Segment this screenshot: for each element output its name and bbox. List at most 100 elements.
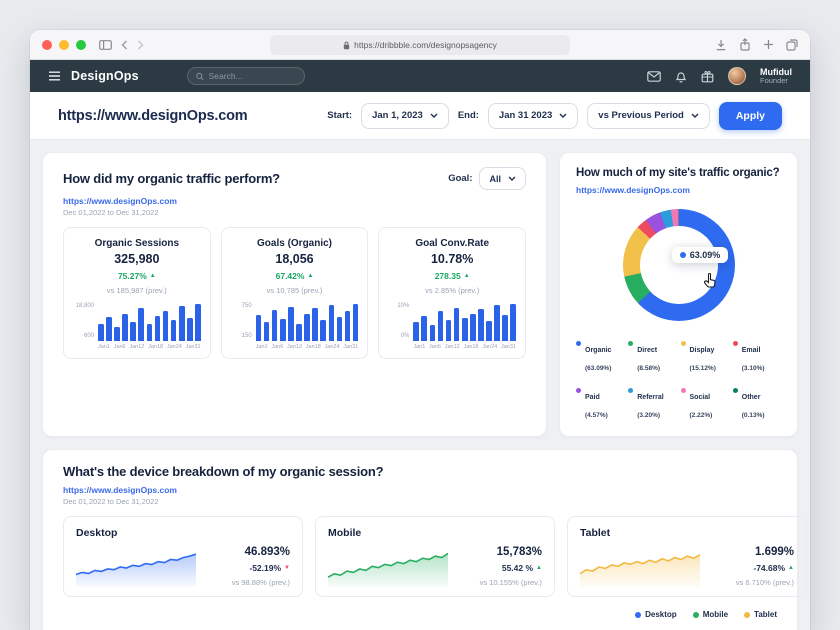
minimize-button[interactable] xyxy=(59,40,69,50)
gift-icon[interactable] xyxy=(701,70,714,83)
legend-name: Email xyxy=(742,347,761,354)
site-url-heading: https://www.designOps.com xyxy=(58,108,247,124)
device-vs-prev: vs 6.710% (prev.) xyxy=(710,578,794,587)
legend-label: Mobile xyxy=(703,610,728,619)
donut-card-url[interactable]: https://www.designOps.com xyxy=(576,185,781,195)
organic-card-url[interactable]: https://www.designOps.com xyxy=(63,196,526,206)
bar xyxy=(486,321,492,341)
bar xyxy=(312,308,318,341)
close-button[interactable] xyxy=(42,40,52,50)
brand-logo[interactable]: DesignOps xyxy=(71,69,139,83)
compare-period-select[interactable]: vs Previous Period xyxy=(587,103,710,129)
end-date-select[interactable]: Jan 31 2023 xyxy=(488,103,578,129)
x-tick: Jan24 xyxy=(325,344,340,350)
legend-dot xyxy=(576,388,581,393)
date-controls: Start: Jan 1, 2023 End: Jan 31 2023 vs P… xyxy=(327,102,782,130)
legend-item-other[interactable]: Other (0.13%) xyxy=(733,386,781,422)
metric-card-goal-conv-rate[interactable]: Goal Conv.Rate 10.78% 278.35 ▲ vs 2.85% … xyxy=(378,227,526,359)
address-bar[interactable]: https://dribbble.com/designopsagency xyxy=(270,35,570,55)
mail-icon[interactable] xyxy=(647,71,661,82)
trend-arrow-icon: ▼ xyxy=(284,565,290,571)
bar xyxy=(470,314,476,341)
header-search[interactable] xyxy=(187,67,305,85)
donut-tooltip: 63.09% xyxy=(672,247,729,263)
legend-item-social[interactable]: Social (2.22%) xyxy=(681,386,729,422)
legend-name: Organic xyxy=(585,347,611,354)
desktop-sparkline xyxy=(76,545,196,587)
y-axis-bottom-label: 600 xyxy=(84,333,94,339)
goal-label: Goal: xyxy=(448,173,472,184)
window-controls xyxy=(42,40,86,50)
organic-card-title: How did my organic traffic perform? xyxy=(63,171,280,186)
trend-arrow-icon: ▲ xyxy=(150,273,156,279)
menu-icon[interactable] xyxy=(48,71,61,81)
device-vs-prev: vs 98.88% (prev.) xyxy=(206,578,290,587)
legend-pct: (63.09%) xyxy=(585,365,611,372)
sidebar-toggle-icon[interactable] xyxy=(99,40,112,50)
legend-pct: (3.20%) xyxy=(637,412,660,419)
x-tick: Jan6 xyxy=(429,344,441,350)
new-tab-icon[interactable] xyxy=(763,39,774,50)
legend-name: Display xyxy=(690,347,715,354)
share-icon[interactable] xyxy=(739,38,751,51)
bell-icon[interactable] xyxy=(675,70,687,83)
avatar[interactable] xyxy=(728,67,746,85)
legend-item-email[interactable]: Email (3.10%) xyxy=(733,339,781,375)
legend-item-display[interactable]: Display (15.12%) xyxy=(681,339,729,375)
legend-item-tablet[interactable]: Tablet xyxy=(744,610,777,619)
legend-pct: (3.10%) xyxy=(742,365,765,372)
filters-toolbar: https://www.designOps.com Start: Jan 1, … xyxy=(30,92,810,140)
x-tick: Jan1 xyxy=(413,344,425,350)
metric-bar-chart: 750 150 Jan1 Jan6 Jan12 Jan18 xyxy=(231,303,359,350)
metric-row: Organic Sessions 325,980 75.27% ▲ vs 185… xyxy=(63,227,526,359)
donut-chart[interactable]: 63.09% xyxy=(623,209,735,321)
bar xyxy=(288,307,294,341)
zoom-button[interactable] xyxy=(76,40,86,50)
bar xyxy=(187,318,193,341)
apply-button[interactable]: Apply xyxy=(719,102,782,130)
bar xyxy=(337,317,343,341)
forward-icon[interactable] xyxy=(137,40,144,50)
legend-dot xyxy=(681,341,686,346)
bar xyxy=(430,325,436,341)
goal-select[interactable]: All xyxy=(479,167,526,190)
search-input[interactable] xyxy=(209,71,296,81)
device-name: Mobile xyxy=(328,527,542,539)
x-tick: Jan31 xyxy=(343,344,358,350)
legend-item-mobile[interactable]: Mobile xyxy=(693,610,728,619)
back-icon[interactable] xyxy=(121,40,128,50)
device-card-tablet[interactable]: Tablet 1.699% -74.68% ▲ vs 6.710% (prev.… xyxy=(567,516,807,597)
legend-pct: (15.12%) xyxy=(690,365,716,372)
metric-card-organic-sessions[interactable]: Organic Sessions 325,980 75.27% ▲ vs 185… xyxy=(63,227,211,359)
x-tick: Jan6 xyxy=(114,344,126,350)
legend-item-direct[interactable]: Direct (8.58%) xyxy=(628,339,676,375)
x-axis-labels: Jan1 Jan6 Jan12 Jan18 Jan24 Jan31 xyxy=(256,344,359,350)
download-icon[interactable] xyxy=(715,39,727,51)
device-value: 15,783% xyxy=(458,546,542,558)
legend-label: Tablet xyxy=(754,610,777,619)
legend-item-desktop[interactable]: Desktop xyxy=(635,610,677,619)
device-card-mobile[interactable]: Mobile 15,783% 55.42 % ▲ vs 10.155% (pre… xyxy=(315,516,555,597)
bar xyxy=(122,314,128,341)
device-card-desktop[interactable]: Desktop 46.893% -52.19% ▼ vs 98.88% (pre… xyxy=(63,516,303,597)
goal-value: All xyxy=(489,174,501,184)
legend-item-referral[interactable]: Referral (3.20%) xyxy=(628,386,676,422)
metric-card-goals-organic[interactable]: Goals (Organic) 18,056 67.42% ▲ vs 10,78… xyxy=(221,227,369,359)
browser-toolbar: https://dribbble.com/designopsagency xyxy=(30,30,810,60)
legend-item-paid[interactable]: Paid (4.57%) xyxy=(576,386,624,422)
user-info[interactable]: Mufidul Founder xyxy=(760,67,792,86)
legend-item-organic[interactable]: Organic (63.09%) xyxy=(576,339,624,375)
bar xyxy=(130,322,136,341)
trend-arrow-icon: ▲ xyxy=(307,273,313,279)
metric-title: Organic Sessions xyxy=(73,238,201,249)
device-card-daterange: Dec 01,2022 to Dec 31,2022 xyxy=(63,497,777,506)
bar xyxy=(195,304,201,341)
y-axis-top-label: 750 xyxy=(242,303,252,309)
device-card-url[interactable]: https://www.designOps.com xyxy=(63,485,777,495)
device-value: 1.699% xyxy=(710,546,794,558)
address-url: https://dribbble.com/designopsagency xyxy=(354,40,497,50)
tab-overview-icon[interactable] xyxy=(786,39,798,51)
trend-arrow-icon: ▲ xyxy=(536,565,542,571)
start-date-select[interactable]: Jan 1, 2023 xyxy=(361,103,449,129)
legend-dot xyxy=(744,612,750,618)
